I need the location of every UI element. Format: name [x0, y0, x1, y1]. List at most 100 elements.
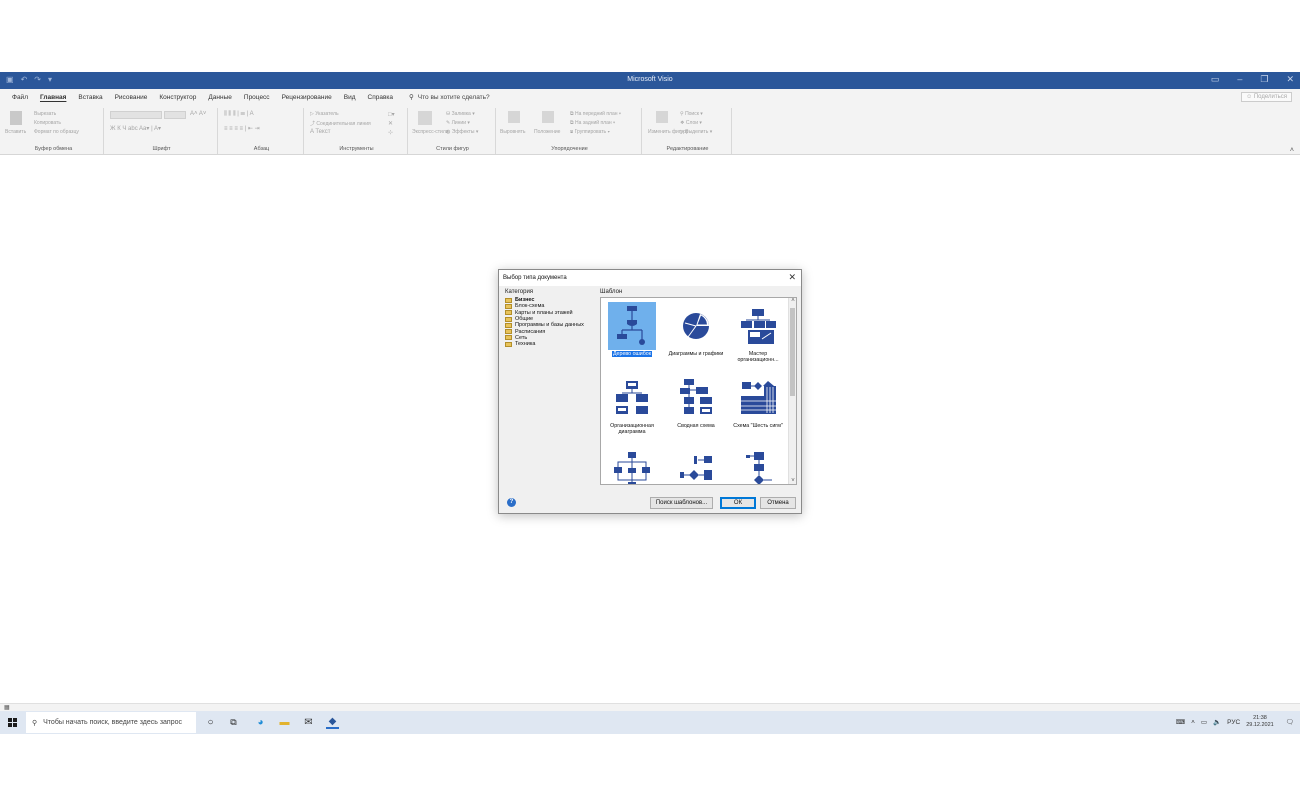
- file-explorer-icon[interactable]: ▬: [278, 716, 291, 729]
- close-shape-icon[interactable]: ✕: [388, 120, 393, 127]
- tab-file[interactable]: Файл: [6, 94, 34, 101]
- grow-font-icon[interactable]: A˄ A˅: [190, 111, 206, 117]
- tell-me-box[interactable]: ⚲ Что вы хотите сделать?: [409, 93, 490, 102]
- connector-tool[interactable]: ⤴ Соединительная линия: [310, 120, 371, 127]
- template-pivot-diagram[interactable]: Сводная схема: [667, 374, 725, 429]
- template-org-chart[interactable]: Организационная диаграмма: [603, 374, 661, 435]
- tab-process[interactable]: Процесс: [238, 94, 276, 101]
- list-item[interactable]: Программы и базы данных: [505, 322, 597, 328]
- text-tool[interactable]: A Текст: [310, 129, 330, 135]
- group-label-editing: Редактирование: [666, 146, 709, 152]
- language-indicator[interactable]: РУС: [1227, 719, 1240, 726]
- font-size-box[interactable]: [164, 111, 186, 119]
- close-icon[interactable]: ✕: [1286, 74, 1294, 85]
- paragraph-icons-bottom[interactable]: ≡ ≡ ≡ ≡ | ⇤ ⇥: [224, 125, 260, 132]
- align-icon: [508, 111, 520, 123]
- cancel-button[interactable]: Отмена: [760, 497, 796, 509]
- template-charts-graphs[interactable]: Диаграммы и графики: [667, 302, 725, 357]
- template-row3-item-3[interactable]: [729, 446, 787, 484]
- find-button[interactable]: ⚲ Поиск ▾: [680, 111, 703, 117]
- cortana-icon[interactable]: ○: [204, 716, 217, 729]
- taskbar-search-placeholder: Чтобы начать поиск, введите здесь запрос: [43, 719, 183, 726]
- template-row3-item-2[interactable]: [667, 446, 725, 484]
- minimize-icon[interactable]: –: [1237, 74, 1242, 85]
- layers-button[interactable]: ❖ Слои ▾: [680, 120, 702, 126]
- clock-date: 29.12.2021: [1246, 722, 1274, 728]
- template-fault-tree[interactable]: Дерево ошибок: [603, 302, 661, 357]
- status-page-icon: ▦: [4, 705, 10, 711]
- restore-icon[interactable]: ❐: [1260, 74, 1268, 85]
- group-label-clipboard: Буфер обмена: [34, 146, 73, 152]
- template-org-wizard[interactable]: Мастер организационн...: [729, 302, 787, 363]
- scroll-down-icon[interactable]: ˅: [789, 478, 796, 484]
- tell-me-label: Что вы хотите сделать?: [417, 93, 490, 101]
- template-caption: Организационная диаграмма: [610, 423, 654, 436]
- chevron-up-icon[interactable]: ˄: [1191, 719, 1195, 726]
- status-bar: ▦: [0, 703, 1300, 711]
- dialog-title: Выбор типа документа: [503, 275, 567, 281]
- tab-insert[interactable]: Вставка: [72, 94, 108, 101]
- windows-start-icon[interactable]: [8, 718, 17, 727]
- network-icon[interactable]: ▭: [1201, 718, 1207, 726]
- effects-button[interactable]: ◍ Эффекты ▾: [446, 129, 478, 135]
- align-button[interactable]: Выровнять: [500, 129, 526, 135]
- share-button[interactable]: ☺ Поделиться: [1241, 92, 1292, 102]
- scroll-up-icon[interactable]: ˄: [789, 298, 796, 304]
- scrollbar-thumb[interactable]: [790, 308, 795, 396]
- bring-front-button[interactable]: ⧉ На передний план ▾: [570, 111, 621, 117]
- list-item[interactable]: Техника: [505, 341, 597, 347]
- collapse-ribbon-icon[interactable]: ˄: [1290, 147, 1294, 154]
- paragraph-icons-top[interactable]: ⫼ ⫼ ⫼ | ☰ | A: [224, 111, 254, 118]
- system-tray: ⌨ ˄ ▭ 🔈 РУС 21:38 29.12.2021 🗨: [1176, 715, 1294, 729]
- font-format-icons[interactable]: Ж К Ч abc Aa▾ | A▾: [110, 125, 161, 132]
- copy-button[interactable]: Копировать: [34, 120, 61, 126]
- shapes-icon[interactable]: □▾: [388, 111, 395, 118]
- select-button[interactable]: ▷ Выделить ▾: [680, 129, 712, 135]
- tab-view[interactable]: Вид: [338, 94, 362, 101]
- ribbon-display-icon[interactable]: ▭: [1211, 74, 1220, 85]
- cut-button[interactable]: Вырезать: [34, 111, 56, 117]
- position-button[interactable]: Положение: [534, 129, 560, 135]
- quick-styles-button[interactable]: Экспресс-стили: [412, 129, 449, 135]
- notifications-icon[interactable]: 🗨: [1286, 718, 1294, 726]
- mail-icon[interactable]: ✉: [302, 716, 315, 729]
- tab-draw[interactable]: Рисование: [109, 94, 154, 101]
- share-label: Поделиться: [1253, 94, 1287, 100]
- group-button[interactable]: ⧈ Группировать ▾: [570, 129, 610, 135]
- search-icon: ⚲: [409, 94, 414, 101]
- help-icon[interactable]: ?: [507, 498, 516, 507]
- folder-icon: [505, 322, 512, 328]
- fill-button[interactable]: ⛁ Заливка ▾: [446, 111, 475, 117]
- dialog-titlebar: Выбор типа документа ✕: [499, 270, 801, 286]
- pointer-tool[interactable]: ▷ Указатель: [310, 111, 339, 117]
- group-tools: ▷ Указатель ⤴ Соединительная линия A Тек…: [306, 108, 408, 154]
- visio-taskbar-icon[interactable]: ◆: [326, 716, 339, 729]
- close-icon[interactable]: ✕: [788, 272, 796, 283]
- connection-point-icon[interactable]: ⊹: [388, 129, 393, 136]
- send-back-button[interactable]: ⧉ На задний план ▾: [570, 120, 615, 126]
- format-painter-button[interactable]: Формат по образцу: [34, 129, 79, 135]
- tab-home[interactable]: Главная: [34, 94, 72, 101]
- tab-review[interactable]: Рецензирование: [276, 94, 338, 101]
- template-six-sigma[interactable]: Схема "Шесть сигм": [729, 374, 787, 429]
- ok-button[interactable]: ОК: [720, 497, 756, 509]
- paste-button[interactable]: Вставить: [5, 129, 26, 135]
- task-view-icon[interactable]: ⧉: [227, 716, 240, 729]
- keyboard-icon[interactable]: ⌨: [1176, 718, 1185, 726]
- template-scrollbar[interactable]: ˄ ˅: [788, 298, 796, 484]
- category-list: Бизнес Блок-схема Карты и планы этажей О…: [505, 297, 597, 485]
- template-caption: Сводная схема: [677, 423, 715, 429]
- edge-icon[interactable]: ◕: [254, 716, 267, 729]
- search-templates-button[interactable]: Поиск шаблонов...: [650, 497, 713, 509]
- taskbar-search-box[interactable]: ⚲ Чтобы начать поиск, введите здесь запр…: [26, 712, 196, 733]
- template-row3-item-1[interactable]: [603, 446, 661, 484]
- volume-icon[interactable]: 🔈: [1213, 718, 1221, 726]
- folder-icon: [505, 341, 512, 347]
- clock[interactable]: 21:38 29.12.2021: [1246, 715, 1274, 729]
- tab-design[interactable]: Конструктор: [153, 94, 202, 101]
- group-label-shape-styles: Стили фигур: [436, 146, 469, 152]
- tab-help[interactable]: Справка: [362, 94, 400, 101]
- tab-data[interactable]: Данные: [202, 94, 237, 101]
- font-name-box[interactable]: [110, 111, 162, 119]
- line-button[interactable]: ✎ Линии ▾: [446, 120, 470, 126]
